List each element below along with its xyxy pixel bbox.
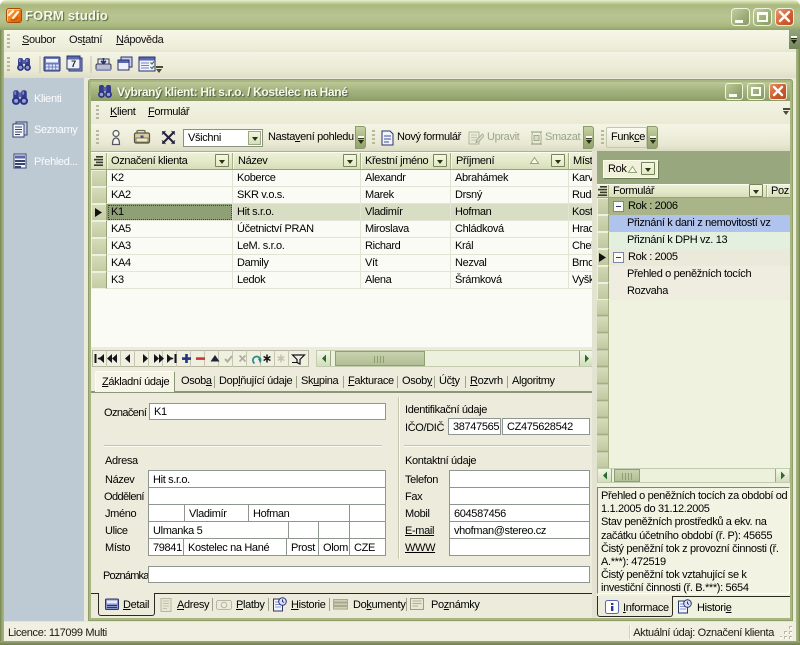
svg-text:7: 7 xyxy=(71,59,76,69)
